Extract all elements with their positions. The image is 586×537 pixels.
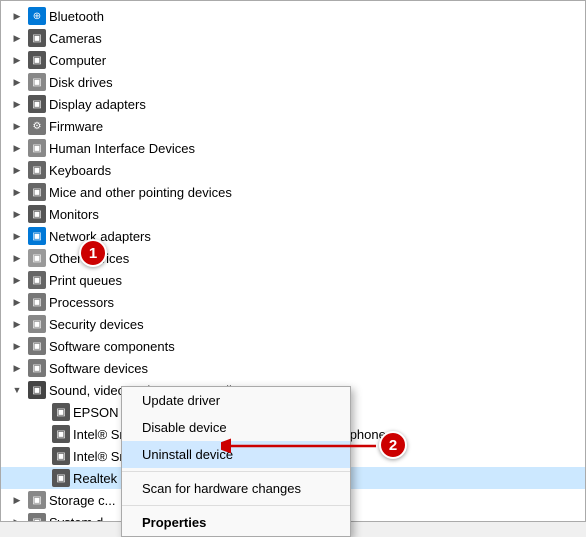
chevron-cameras[interactable] xyxy=(9,30,25,46)
computer-icon: ▣ xyxy=(28,51,46,69)
security-icon: ▣ xyxy=(28,315,46,333)
chevron-software-components[interactable] xyxy=(9,338,25,354)
tree-item-label-system-devices: System d... xyxy=(49,515,114,522)
tree-item-label-software-components: Software components xyxy=(49,339,175,354)
keyboard-icon: ▣ xyxy=(28,161,46,179)
chevron-software-devices[interactable] xyxy=(9,360,25,376)
chevron-other-devices[interactable] xyxy=(9,250,25,266)
chevron-print-queues[interactable] xyxy=(9,272,25,288)
tree-item-label-realtek: Realtek xyxy=(73,471,117,486)
tree-item-label-monitors: Monitors xyxy=(49,207,99,222)
chevron-realtek[interactable] xyxy=(33,470,49,486)
context-menu-uninstall-device[interactable]: Uninstall device xyxy=(122,441,350,468)
tree-item-mice[interactable]: ▣Mice and other pointing devices xyxy=(1,181,585,203)
tree-item-label-print-queues: Print queues xyxy=(49,273,122,288)
audio-icon: ▣ xyxy=(52,469,70,487)
tree-item-bluetooth[interactable]: ⊕Bluetooth xyxy=(1,5,585,27)
tree-item-label-mice: Mice and other pointing devices xyxy=(49,185,232,200)
context-menu-separator-2 xyxy=(122,505,350,506)
tree-item-cameras[interactable]: ▣Cameras xyxy=(1,27,585,49)
chevron-monitors[interactable] xyxy=(9,206,25,222)
tree-item-computer[interactable]: ▣Computer xyxy=(1,49,585,71)
software-icon: ▣ xyxy=(28,359,46,377)
firmware-icon: ⚙ xyxy=(28,117,46,135)
tree-item-label-processors: Processors xyxy=(49,295,114,310)
proc-icon: ▣ xyxy=(28,293,46,311)
bluetooth-icon: ⊕ xyxy=(28,7,46,25)
network-icon: ▣ xyxy=(28,227,46,245)
tree-item-software-components[interactable]: ▣Software components xyxy=(1,335,585,357)
chevron-processors[interactable] xyxy=(9,294,25,310)
context-menu: Update driver Disable device Uninstall d… xyxy=(121,386,351,537)
context-menu-separator-1 xyxy=(122,471,350,472)
audio-icon: ▣ xyxy=(52,425,70,443)
tree-item-label-storage-controllers: Storage c... xyxy=(49,493,115,508)
audio-icon: ▣ xyxy=(52,447,70,465)
chevron-security-devices[interactable] xyxy=(9,316,25,332)
other-icon: ▣ xyxy=(28,249,46,267)
tree-item-label-human-interface: Human Interface Devices xyxy=(49,141,195,156)
annotation-circle-1: 1 xyxy=(79,239,107,267)
chevron-bluetooth[interactable] xyxy=(9,8,25,24)
tree-item-human-interface[interactable]: ▣Human Interface Devices xyxy=(1,137,585,159)
storage-icon: ▣ xyxy=(28,491,46,509)
chevron-system-devices[interactable] xyxy=(9,514,25,521)
chevron-keyboards[interactable] xyxy=(9,162,25,178)
chevron-storage-controllers[interactable] xyxy=(9,492,25,508)
tree-item-label-display-adapters: Display adapters xyxy=(49,97,146,112)
tree-item-processors[interactable]: ▣Processors xyxy=(1,291,585,313)
context-menu-properties[interactable]: Properties xyxy=(122,509,350,536)
context-menu-update-driver[interactable]: Update driver xyxy=(122,387,350,414)
tree-item-keyboards[interactable]: ▣Keyboards xyxy=(1,159,585,181)
tree-item-monitors[interactable]: ▣Monitors xyxy=(1,203,585,225)
tree-item-firmware[interactable]: ⚙Firmware xyxy=(1,115,585,137)
context-menu-scan-hardware[interactable]: Scan for hardware changes xyxy=(122,475,350,502)
audio-icon: ▣ xyxy=(52,403,70,421)
chevron-display-adapters[interactable] xyxy=(9,96,25,112)
tree-item-disk-drives[interactable]: ▣Disk drives xyxy=(1,71,585,93)
disk-icon: ▣ xyxy=(28,73,46,91)
chevron-firmware[interactable] xyxy=(9,118,25,134)
monitor-icon: ▣ xyxy=(28,205,46,223)
tree-item-label-software-devices: Software devices xyxy=(49,361,148,376)
tree-item-label-cameras: Cameras xyxy=(49,31,102,46)
camera-icon: ▣ xyxy=(28,29,46,47)
chevron-disk-drives[interactable] xyxy=(9,74,25,90)
tree-item-label-computer: Computer xyxy=(49,53,106,68)
chevron-epson[interactable] xyxy=(33,404,49,420)
hid-icon: ▣ xyxy=(28,139,46,157)
sysdev-icon: ▣ xyxy=(28,513,46,521)
chevron-human-interface[interactable] xyxy=(9,140,25,156)
tree-item-display-adapters[interactable]: ▣Display adapters xyxy=(1,93,585,115)
tree-item-security-devices[interactable]: ▣Security devices xyxy=(1,313,585,335)
sound-icon: ▣ xyxy=(28,381,46,399)
device-manager-window: ⊕Bluetooth▣Cameras▣Computer▣Disk drives▣… xyxy=(0,0,586,522)
tree-item-label-keyboards: Keyboards xyxy=(49,163,111,178)
chevron-intel-usb[interactable] xyxy=(33,448,49,464)
annotation-circle-2: 2 xyxy=(379,431,407,459)
tree-item-label-security-devices: Security devices xyxy=(49,317,144,332)
display-icon: ▣ xyxy=(28,95,46,113)
tree-item-print-queues[interactable]: ▣Print queues xyxy=(1,269,585,291)
tree-item-label-disk-drives: Disk drives xyxy=(49,75,113,90)
chevron-network-adapters[interactable] xyxy=(9,228,25,244)
tree-item-software-devices[interactable]: ▣Software devices xyxy=(1,357,585,379)
print-icon: ▣ xyxy=(28,271,46,289)
chevron-computer[interactable] xyxy=(9,52,25,68)
chevron-mice[interactable] xyxy=(9,184,25,200)
chevron-intel-mic[interactable] xyxy=(33,426,49,442)
context-menu-disable-device[interactable]: Disable device xyxy=(122,414,350,441)
tree-item-label-bluetooth: Bluetooth xyxy=(49,9,104,24)
software-icon: ▣ xyxy=(28,337,46,355)
chevron-sound-video[interactable] xyxy=(9,382,25,398)
mouse-icon: ▣ xyxy=(28,183,46,201)
tree-item-label-firmware: Firmware xyxy=(49,119,103,134)
